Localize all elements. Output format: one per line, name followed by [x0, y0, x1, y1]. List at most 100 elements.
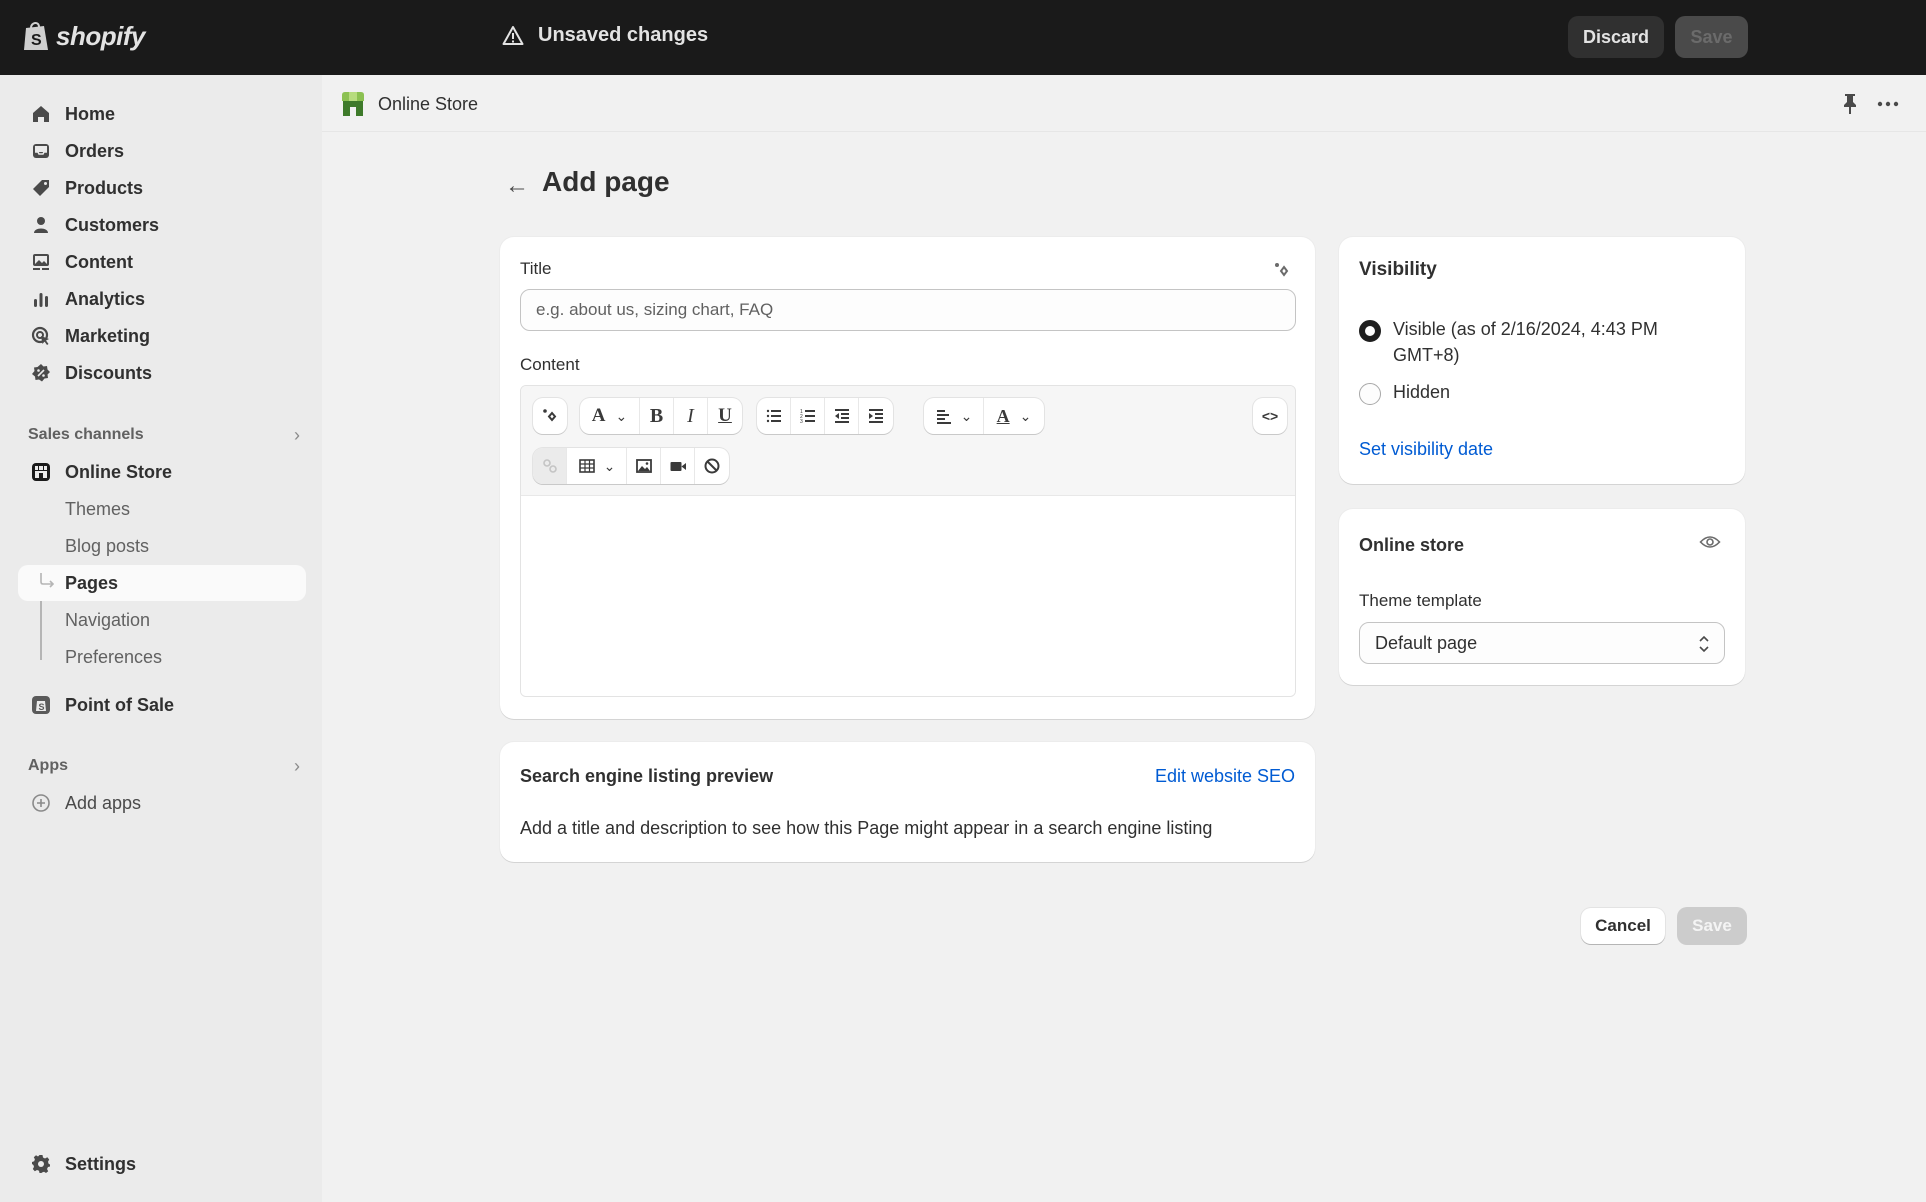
pin-icon[interactable] [1840, 93, 1860, 115]
underline-icon: U [718, 405, 732, 426]
sidebar-item-content[interactable]: Content [18, 244, 306, 280]
sidebar-item-discounts[interactable]: Discounts [18, 355, 306, 391]
brand-name: shopify [56, 20, 145, 51]
bullet-list-button[interactable] [757, 398, 791, 434]
italic-button[interactable]: I [674, 398, 708, 434]
seo-preview-card: Search engine listing preview Edit websi… [500, 742, 1315, 862]
sidebar-item-customers[interactable]: Customers [18, 207, 306, 243]
link-icon [542, 459, 557, 473]
bold-icon: B [649, 404, 664, 427]
sidebar-item-blog-posts[interactable]: Blog posts [18, 528, 306, 564]
sidebar-item-themes[interactable]: Themes [18, 491, 306, 527]
title-label: Title [520, 259, 552, 278]
set-visibility-date-link[interactable]: Set visibility date [1359, 439, 1493, 460]
target-icon [30, 325, 52, 347]
more-options-icon[interactable] [1875, 93, 1901, 115]
sidebar-item-add-apps[interactable]: Add apps [18, 785, 306, 821]
sidebar-item-products[interactable]: Products [18, 170, 306, 206]
breadcrumb-label: Online Store [378, 93, 479, 114]
radio-visible-label: Visible (as of 2/16/2024, 4:43 PM GMT+8) [1393, 319, 1658, 365]
edit-website-seo-link[interactable]: Edit website SEO [1155, 766, 1295, 787]
eye-icon[interactable] [1699, 533, 1721, 551]
block-icon [704, 458, 720, 474]
text-format-dropdown[interactable]: A ⌄ [580, 398, 640, 434]
unsaved-changes-indicator: Unsaved changes [502, 24, 708, 47]
sidebar-item-point-of-sale[interactable]: S Point of Sale [18, 687, 306, 723]
editor-content-area[interactable] [521, 496, 1295, 696]
radio-visible[interactable] [1359, 320, 1381, 342]
outdent-button[interactable] [825, 398, 859, 434]
person-icon [30, 214, 52, 236]
numbered-list-button[interactable]: 123 [791, 398, 825, 434]
insert-image-button[interactable] [627, 448, 661, 484]
text-format-icon: A [591, 405, 606, 426]
svg-text:S: S [39, 702, 45, 712]
content-header: Online Store [322, 75, 1926, 132]
visibility-option-hidden[interactable]: Hidden [1359, 379, 1703, 405]
clear-format-button[interactable] [695, 448, 729, 484]
sales-channels-header[interactable]: Sales channels › [28, 423, 300, 447]
sidebar-item-settings[interactable]: Settings [18, 1146, 306, 1182]
sidebar-item-pages[interactable]: Pages [18, 565, 306, 601]
save-button[interactable]: Save [1677, 907, 1747, 945]
align-left-icon [936, 410, 951, 424]
underline-button[interactable]: U [708, 398, 742, 434]
outdent-icon [834, 409, 849, 423]
sidebar-item-label: Customers [65, 214, 160, 235]
page-title: Add page [542, 166, 670, 197]
image-icon [30, 251, 52, 273]
rich-text-editor: A ⌄ B I U 123 ⌄ A ⌄ <> ⌄ [520, 385, 1296, 697]
sidebar-item-label: Navigation [65, 609, 151, 630]
sidebar-item-marketing[interactable]: Marketing [18, 318, 306, 354]
back-arrow-icon[interactable]: ← [505, 172, 529, 200]
breadcrumb-online-store[interactable]: Online Store [340, 91, 478, 117]
title-input[interactable] [520, 289, 1296, 331]
sidebar-item-orders[interactable]: Orders [18, 133, 306, 169]
inbox-icon [30, 140, 52, 162]
image-icon [635, 459, 652, 473]
indent-icon [869, 409, 883, 423]
code-icon: <> [1261, 408, 1279, 424]
plus-circle-icon [30, 792, 52, 814]
insert-video-button[interactable] [661, 448, 695, 484]
warning-icon [502, 25, 524, 45]
text-color-icon: A [996, 405, 1010, 426]
bullet-list-icon [766, 409, 781, 423]
sidebar-item-navigation[interactable]: Navigation [18, 602, 306, 638]
content-label: Content [520, 355, 580, 374]
indent-button[interactable] [859, 398, 893, 434]
sales-channels-label: Sales channels [28, 426, 144, 443]
discard-button[interactable]: Discard [1568, 16, 1664, 58]
sidebar-item-online-store[interactable]: Online Store [18, 454, 306, 490]
sidebar-item-label: Analytics [65, 288, 146, 309]
ai-generate-button[interactable] [533, 398, 567, 434]
theme-template-label: Theme template [1359, 591, 1482, 610]
visibility-option-visible[interactable]: Visible (as of 2/16/2024, 4:43 PM GMT+8) [1359, 316, 1703, 368]
align-color-group: ⌄ A ⌄ [924, 398, 1044, 434]
table-dropdown[interactable]: ⌄ [567, 448, 627, 484]
save-button-top[interactable]: Save [1675, 16, 1748, 58]
seo-card-title: Search engine listing preview [520, 766, 774, 786]
link-button[interactable] [533, 448, 567, 484]
home-icon [30, 103, 52, 125]
editor-toolbar: A ⌄ B I U 123 ⌄ A ⌄ <> ⌄ [521, 386, 1295, 496]
sidebar-item-home[interactable]: Home [18, 96, 306, 132]
format-group: A ⌄ B I U [580, 398, 742, 434]
cancel-button[interactable]: Cancel [1581, 908, 1665, 944]
sparkle-icon[interactable] [1272, 261, 1292, 281]
align-dropdown[interactable]: ⌄ [924, 398, 984, 434]
bold-button[interactable]: B [640, 398, 674, 434]
theme-template-select[interactable]: Default page [1359, 622, 1725, 664]
sidebar-item-preferences[interactable]: Preferences [18, 639, 306, 675]
chevron-down-icon: ⌄ [1019, 407, 1032, 424]
text-color-dropdown[interactable]: A ⌄ [984, 398, 1044, 434]
sidebar-item-label: Preferences [65, 646, 163, 667]
html-toggle-button[interactable]: <> [1253, 398, 1287, 434]
shopify-logo[interactable]: S shopify [22, 20, 145, 52]
radio-hidden[interactable] [1359, 383, 1381, 405]
sidebar-item-analytics[interactable]: Analytics [18, 281, 306, 317]
sidebar-item-label: Blog posts [65, 535, 150, 556]
svg-text:S: S [31, 32, 42, 49]
list-group: 123 [757, 398, 893, 434]
apps-header[interactable]: Apps › [28, 754, 300, 778]
